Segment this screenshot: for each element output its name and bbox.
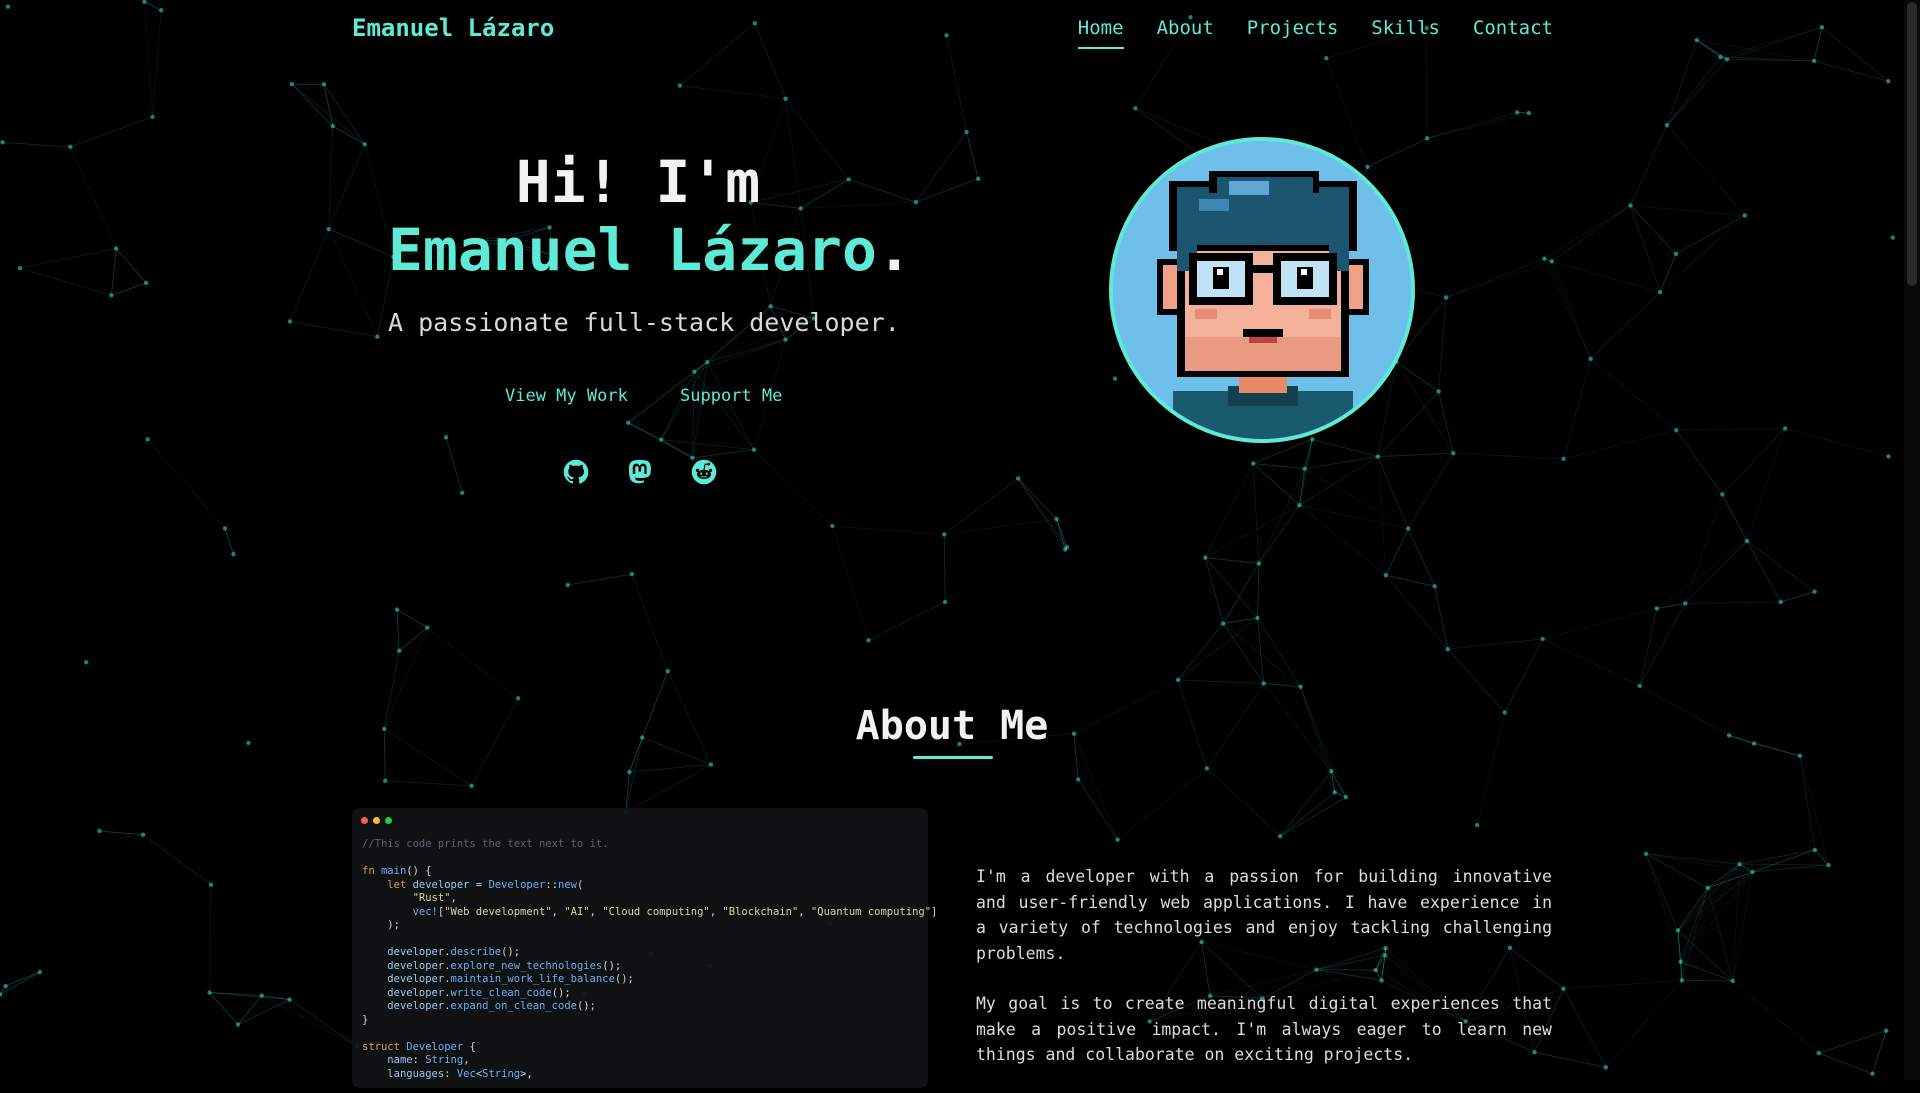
pixel-avatar-illustration bbox=[1113, 141, 1411, 439]
code-comment: //This code prints the text next to it. bbox=[362, 838, 609, 850]
hero-greeting: Hi! I'm bbox=[388, 148, 888, 216]
site-logo[interactable]: Emanuel Lázaro bbox=[352, 14, 554, 42]
close-dot-icon bbox=[361, 817, 368, 824]
hero-heading: Hi! I'm Emanuel Lázaro. bbox=[388, 148, 888, 284]
code-snippet-card: //This code prints the text next to it. … bbox=[352, 808, 928, 1088]
hero-name-text: Emanuel Lázaro bbox=[388, 216, 877, 284]
nav-projects[interactable]: Projects bbox=[1247, 17, 1339, 49]
hero-name: Emanuel Lázaro. bbox=[388, 216, 888, 284]
avatar bbox=[1109, 137, 1415, 443]
about-title: About Me bbox=[0, 703, 1904, 749]
mastodon-icon[interactable] bbox=[626, 458, 654, 486]
minimize-dot-icon bbox=[373, 817, 380, 824]
scrollbar-thumb[interactable] bbox=[1907, 2, 1917, 286]
nav-skills[interactable]: Skills bbox=[1371, 17, 1440, 49]
window-controls bbox=[361, 817, 392, 824]
nav-about[interactable]: About bbox=[1157, 17, 1214, 49]
page-scrollbar[interactable] bbox=[1904, 0, 1920, 1080]
main-nav: Home About Projects Skills Contact bbox=[1078, 17, 1553, 49]
code-block: //This code prints the text next to it. … bbox=[362, 838, 937, 1081]
about-paragraph-2: My goal is to create meaningful digital … bbox=[976, 991, 1552, 1068]
nav-contact[interactable]: Contact bbox=[1473, 17, 1553, 49]
view-work-button[interactable]: View My Work bbox=[505, 386, 628, 406]
reddit-icon[interactable] bbox=[690, 458, 718, 486]
nav-home[interactable]: Home bbox=[1078, 17, 1124, 49]
hero-name-dot: . bbox=[877, 216, 912, 284]
support-me-button[interactable]: Support Me bbox=[680, 386, 782, 406]
maximize-dot-icon bbox=[385, 817, 392, 824]
hero-tagline: A passionate full-stack developer. bbox=[388, 308, 900, 337]
github-icon[interactable] bbox=[562, 458, 590, 486]
about-paragraph-1: I'm a developer with a passion for build… bbox=[976, 864, 1552, 966]
about-description: I'm a developer with a passion for build… bbox=[976, 864, 1552, 1093]
about-title-underline bbox=[913, 756, 993, 759]
